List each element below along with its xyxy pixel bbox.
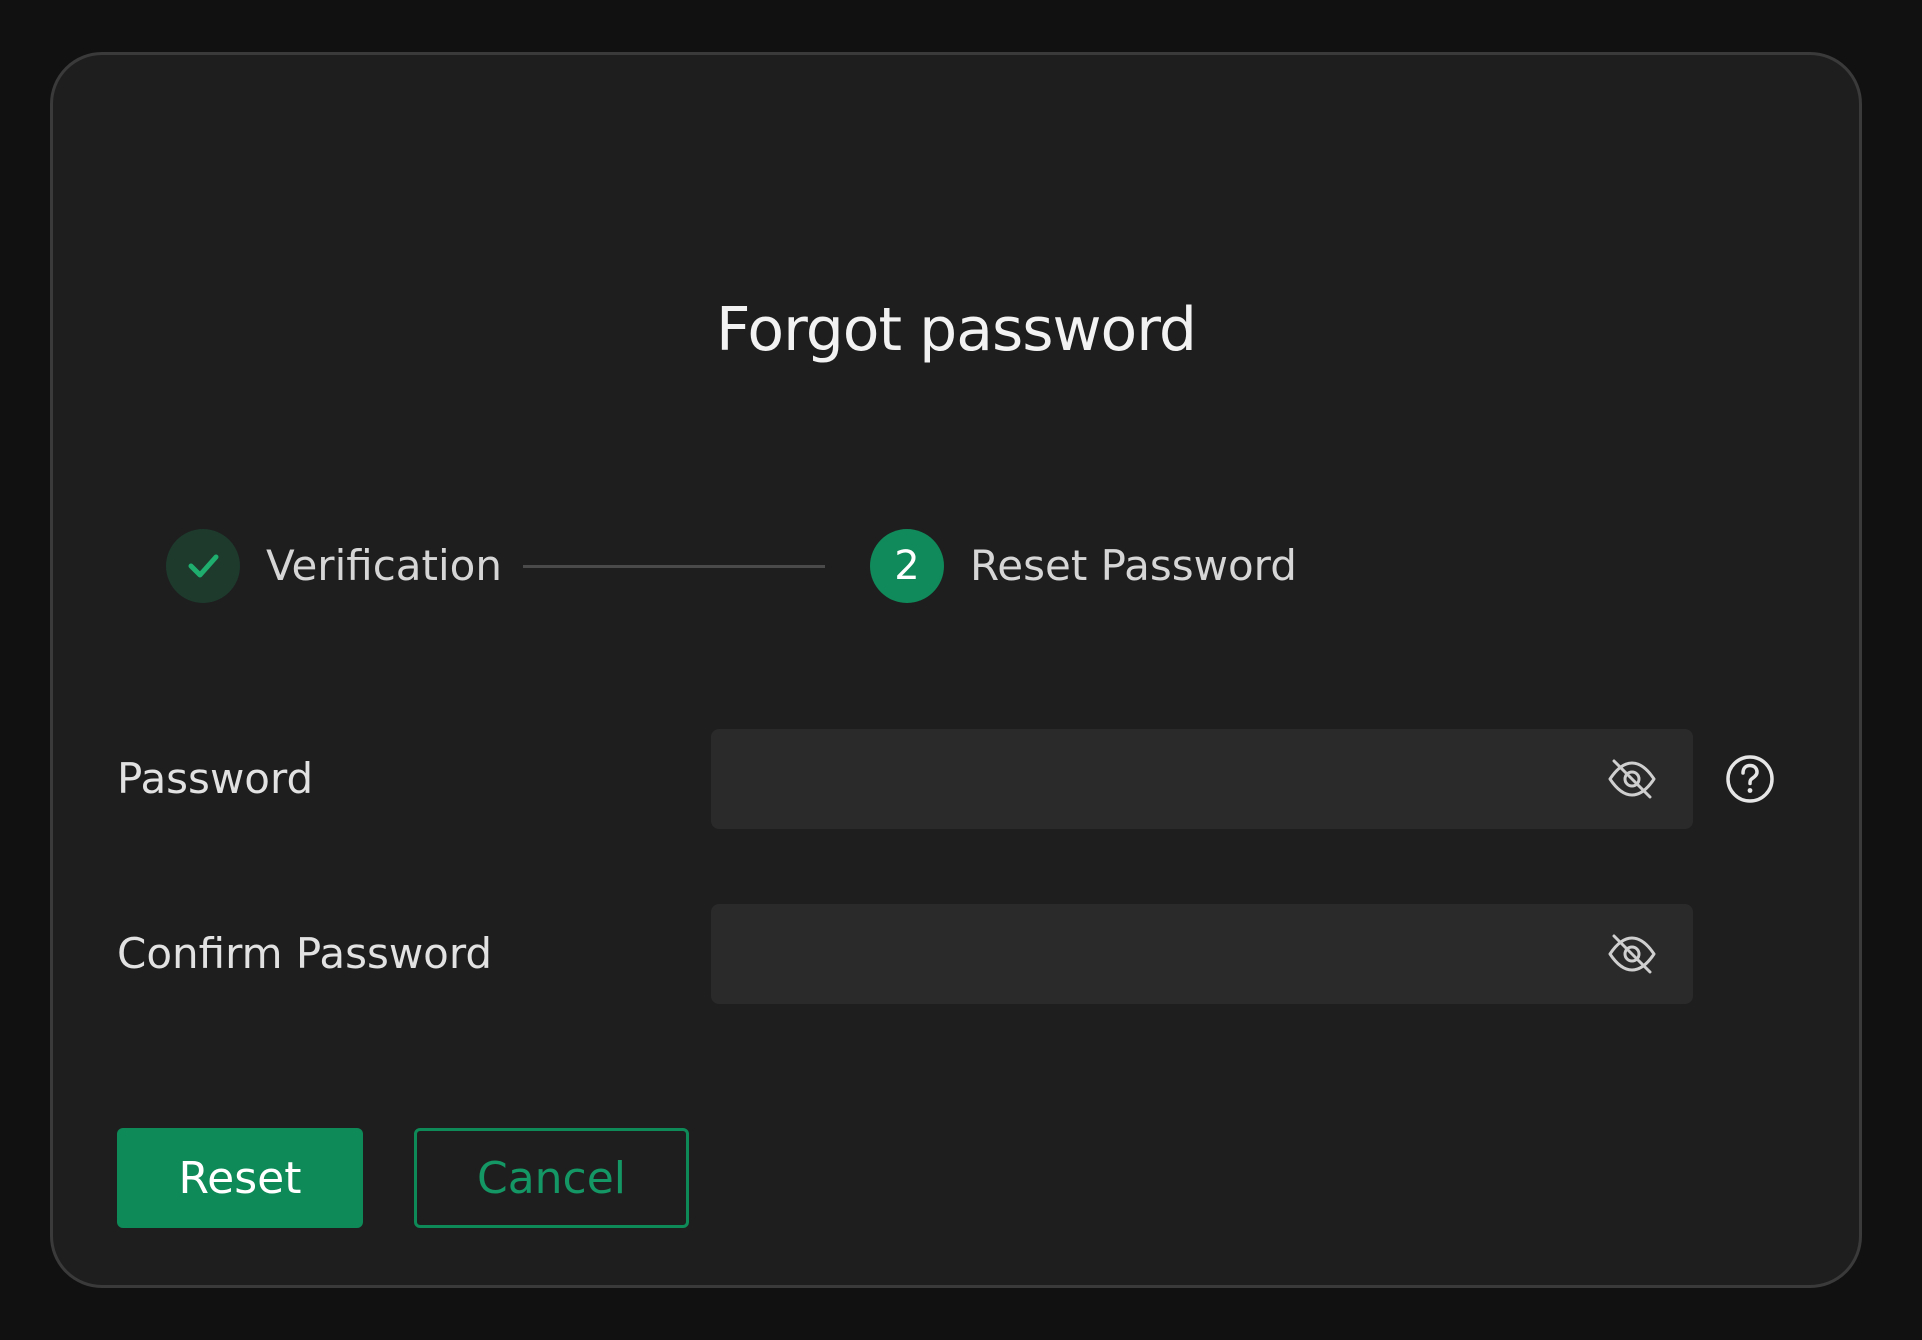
step-number: 2 <box>894 543 920 589</box>
confirm-password-field-container <box>711 904 1693 1004</box>
step-reset-password-indicator: 2 <box>870 529 944 603</box>
step-verification-indicator <box>166 529 240 603</box>
password-row: Password <box>53 729 1859 829</box>
step-connector <box>523 565 825 568</box>
stepper: Verification 2 Reset Password <box>53 527 1859 607</box>
eye-slash-icon[interactable] <box>1607 930 1657 978</box>
dialog-title: Forgot password <box>716 295 1197 365</box>
cancel-button[interactable]: Cancel <box>414 1128 689 1228</box>
forgot-password-dialog: Forgot password Verification 2 Reset Pas… <box>50 52 1862 1288</box>
password-field-container <box>711 729 1693 829</box>
checkmark-icon <box>188 554 219 578</box>
question-circle-icon[interactable] <box>1724 753 1776 805</box>
reset-button[interactable]: Reset <box>117 1128 363 1228</box>
confirm-password-row: Confirm Password <box>53 904 1859 1004</box>
step-verification-label: Verification <box>266 541 502 590</box>
eye-slash-icon[interactable] <box>1607 755 1657 803</box>
password-label: Password <box>117 754 314 803</box>
confirm-password-input[interactable] <box>711 904 1591 1004</box>
step-reset-password-label: Reset Password <box>970 541 1297 590</box>
confirm-password-label: Confirm Password <box>117 929 493 978</box>
password-input[interactable] <box>711 729 1591 829</box>
